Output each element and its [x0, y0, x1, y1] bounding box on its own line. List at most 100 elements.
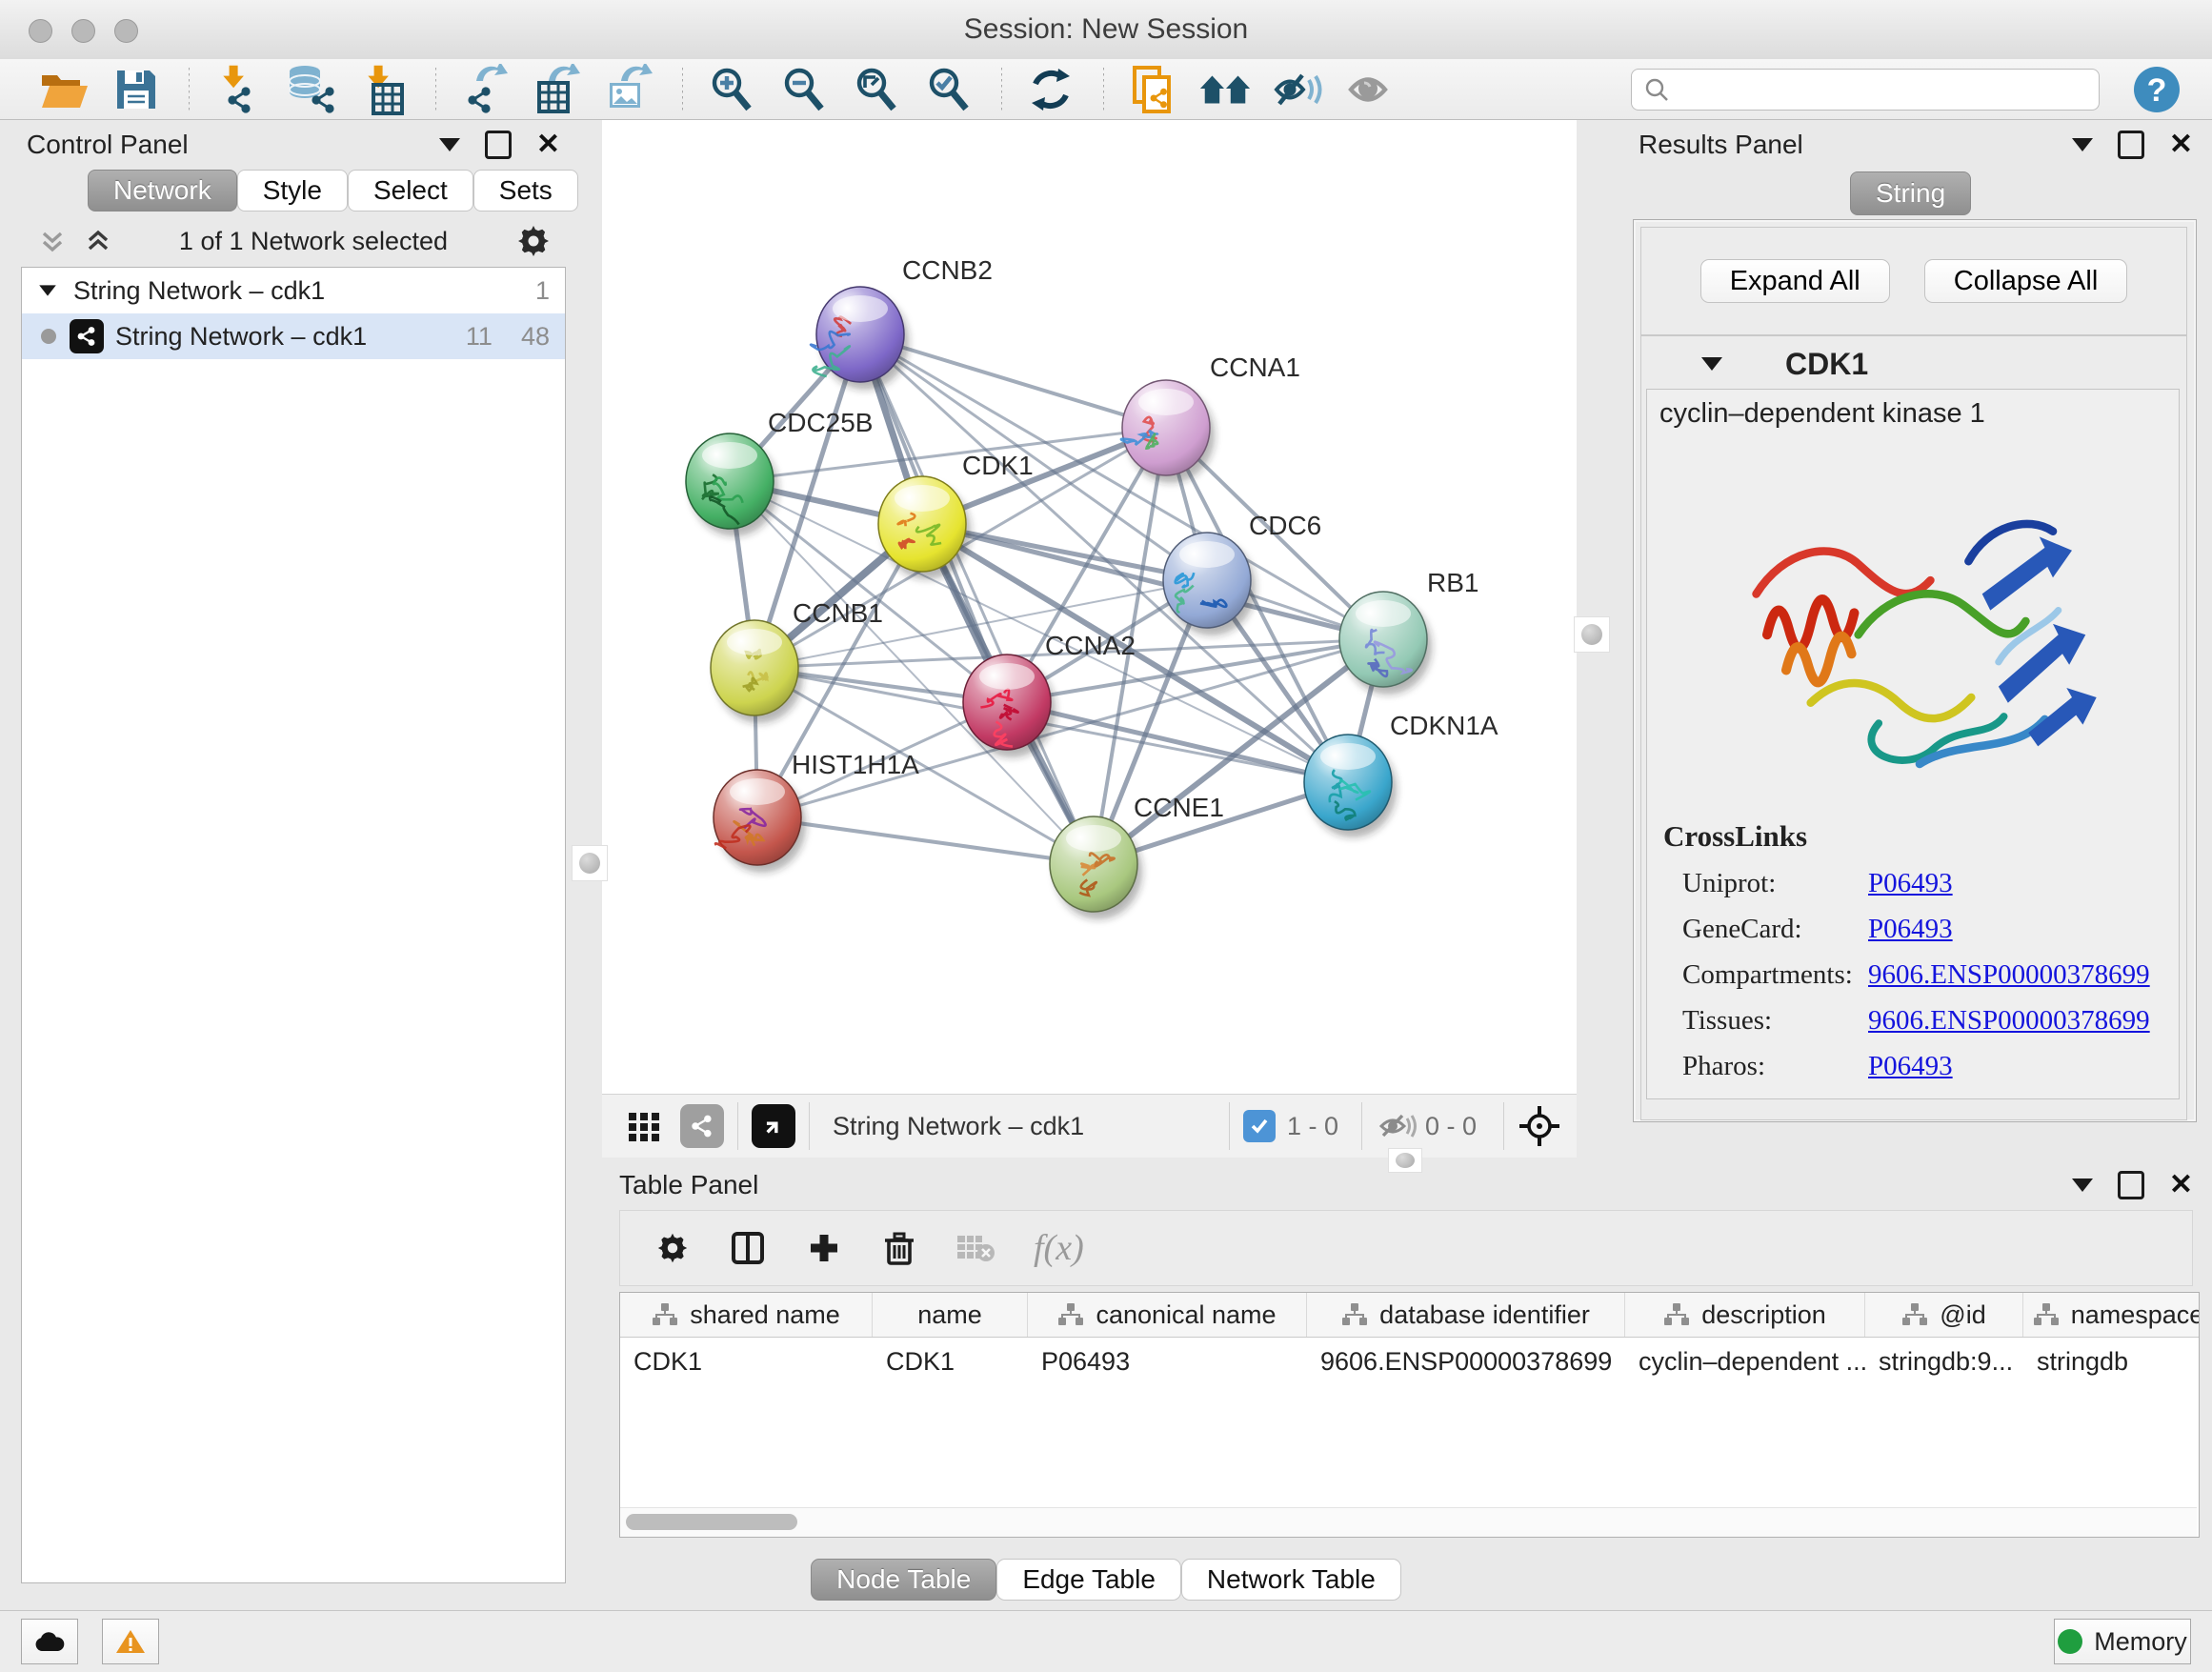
- column-header-database-identifier[interactable]: database identifier: [1307, 1293, 1625, 1337]
- expand-all-button[interactable]: Expand All: [1700, 259, 1890, 303]
- refresh-icon[interactable]: [1023, 64, 1078, 115]
- edge-CCNB2-CCNE1[interactable]: [860, 334, 1094, 864]
- minimize-window-icon[interactable]: [71, 19, 95, 43]
- cell--id[interactable]: stringdb:9...: [1865, 1347, 2023, 1377]
- left-splitter-handle[interactable]: [572, 845, 608, 881]
- node-CDKN1A[interactable]: CDKN1A: [1304, 711, 1498, 837]
- crosslink-link[interactable]: P06493: [1868, 868, 1953, 899]
- cell-name[interactable]: CDK1: [873, 1347, 1028, 1377]
- network-share-icon[interactable]: [680, 1104, 724, 1148]
- zoom-out-icon[interactable]: [776, 64, 832, 115]
- gene-section-header[interactable]: CDK1: [1658, 343, 2172, 385]
- cell-database-identifier[interactable]: 9606.ENSP00000378699: [1307, 1347, 1625, 1377]
- selected-checkbox-icon[interactable]: [1243, 1110, 1276, 1142]
- save-session-icon[interactable]: [109, 64, 164, 115]
- panel-float-icon[interactable]: [485, 131, 512, 159]
- panel-close-icon[interactable]: ✕: [536, 133, 560, 156]
- panel-menu-icon[interactable]: [439, 138, 460, 151]
- column-header-description[interactable]: description: [1625, 1293, 1865, 1337]
- cell-namespace[interactable]: stringdb: [2023, 1347, 2200, 1377]
- add-column-icon[interactable]: [805, 1229, 843, 1267]
- node-CCNA2[interactable]: CCNA2: [963, 631, 1136, 757]
- node-CCNB1[interactable]: CCNB1: [711, 598, 883, 723]
- scrollbar-thumb[interactable]: [626, 1514, 797, 1530]
- panel-menu-icon[interactable]: [2072, 138, 2093, 151]
- table-horizontal-scrollbar[interactable]: [620, 1507, 2197, 1537]
- search-icon: [1643, 76, 1670, 103]
- cell-shared-name[interactable]: CDK1: [620, 1347, 873, 1377]
- show-columns-icon[interactable]: [729, 1229, 767, 1267]
- panel-close-icon[interactable]: ✕: [2169, 133, 2193, 156]
- expand-all-icon[interactable]: [84, 227, 112, 255]
- results-tab-string[interactable]: String: [1850, 171, 1971, 215]
- column-header-name[interactable]: name: [873, 1293, 1028, 1337]
- warnings-button[interactable]: [102, 1619, 159, 1664]
- close-window-icon[interactable]: [29, 19, 52, 43]
- import-network-database-icon[interactable]: [283, 64, 338, 115]
- export-table-icon[interactable]: [530, 64, 585, 115]
- node-CDC25B[interactable]: CDC25B: [686, 408, 873, 536]
- crosslink-link[interactable]: P06493: [1868, 914, 1953, 945]
- tab-sets[interactable]: Sets: [473, 170, 578, 212]
- panel-close-icon[interactable]: ✕: [2169, 1174, 2193, 1197]
- node-RB1[interactable]: RB1: [1339, 568, 1478, 695]
- crosslink-link[interactable]: 9606.ENSP00000378699: [1868, 959, 2150, 991]
- network-collection-row[interactable]: String Network – cdk1 1: [22, 268, 565, 313]
- import-network-file-icon[interactable]: [211, 64, 266, 115]
- cloud-button[interactable]: [21, 1619, 78, 1664]
- panel-menu-icon[interactable]: [2072, 1178, 2093, 1192]
- export-image-icon[interactable]: [602, 64, 657, 115]
- open-session-icon[interactable]: [36, 64, 91, 115]
- collection-expand-icon[interactable]: [39, 285, 56, 295]
- zoom-in-icon[interactable]: [704, 64, 759, 115]
- network-row-selected[interactable]: String Network – cdk1 11 48: [22, 313, 565, 359]
- network-canvas[interactable]: CCNB2CCNA1CDC25BCDK1CDC6RB1CCNB1CCNA2CDK…: [602, 120, 1577, 1094]
- cell-description[interactable]: cyclin–dependent ...: [1625, 1347, 1865, 1377]
- open-in-new-icon[interactable]: [752, 1104, 795, 1148]
- table-settings-gear-icon[interactable]: [654, 1230, 691, 1266]
- maximize-window-icon[interactable]: [114, 19, 138, 43]
- table-row[interactable]: CDK1CDK1P064939606.ENSP00000378699cyclin…: [620, 1338, 2199, 1385]
- column-header-shared-name[interactable]: shared name: [620, 1293, 873, 1337]
- import-table-file-icon[interactable]: [355, 64, 411, 115]
- zoom-fit-icon[interactable]: [849, 64, 904, 115]
- column-header--id[interactable]: @id: [1865, 1293, 2023, 1337]
- delete-column-icon[interactable]: [881, 1229, 917, 1267]
- panel-float-icon[interactable]: [2118, 131, 2144, 159]
- collapse-all-button[interactable]: Collapse All: [1924, 259, 2128, 303]
- tab-network[interactable]: Network: [88, 170, 237, 212]
- birdseye-grid-icon[interactable]: [625, 1107, 663, 1145]
- hide-selected-icon[interactable]: [1270, 64, 1325, 115]
- node-HIST1H1A[interactable]: HIST1H1A: [714, 750, 919, 873]
- crosslink-link[interactable]: P06493: [1868, 1051, 1953, 1082]
- column-header-canonical-name[interactable]: canonical name: [1028, 1293, 1307, 1337]
- tab-node-table[interactable]: Node Table: [811, 1559, 996, 1601]
- export-network-icon[interactable]: [457, 64, 513, 115]
- tab-edge-table[interactable]: Edge Table: [996, 1559, 1181, 1601]
- node-CCNE1[interactable]: CCNE1: [1050, 793, 1224, 919]
- first-neighbors-icon[interactable]: [1197, 64, 1253, 115]
- crosslink-link[interactable]: 9606.ENSP00000378699: [1868, 1005, 2150, 1037]
- edge-HIST1H1A-CCNE1[interactable]: [757, 817, 1094, 864]
- tab-select[interactable]: Select: [348, 170, 473, 212]
- node-CCNB2[interactable]: CCNB2: [811, 255, 993, 390]
- edge-CCNA2-CDKN1A[interactable]: [1007, 702, 1348, 782]
- help-button[interactable]: ?: [2134, 67, 2180, 112]
- clone-network-icon[interactable]: [1125, 64, 1180, 115]
- memory-button[interactable]: Memory: [2054, 1619, 2191, 1664]
- fit-content-crosshair-icon[interactable]: [1518, 1104, 1561, 1148]
- search-input[interactable]: [1679, 73, 2087, 105]
- tab-network-table[interactable]: Network Table: [1181, 1559, 1401, 1601]
- collapse-all-icon[interactable]: [38, 227, 67, 255]
- tab-style[interactable]: Style: [237, 170, 348, 212]
- table-toolbar: f(x): [619, 1210, 2193, 1286]
- panel-float-icon[interactable]: [2118, 1171, 2144, 1199]
- right-splitter-handle[interactable]: [1574, 616, 1610, 653]
- hidden-eye-icon[interactable]: [1376, 1109, 1418, 1143]
- cell-canonical-name[interactable]: P06493: [1028, 1347, 1307, 1377]
- gene-collapse-icon[interactable]: [1701, 357, 1722, 371]
- gear-icon[interactable]: [514, 222, 553, 260]
- zoom-selected-icon[interactable]: [921, 64, 976, 115]
- column-header-namespace[interactable]: namespace: [2023, 1293, 2200, 1337]
- node-CCNA1[interactable]: CCNA1: [1121, 353, 1300, 483]
